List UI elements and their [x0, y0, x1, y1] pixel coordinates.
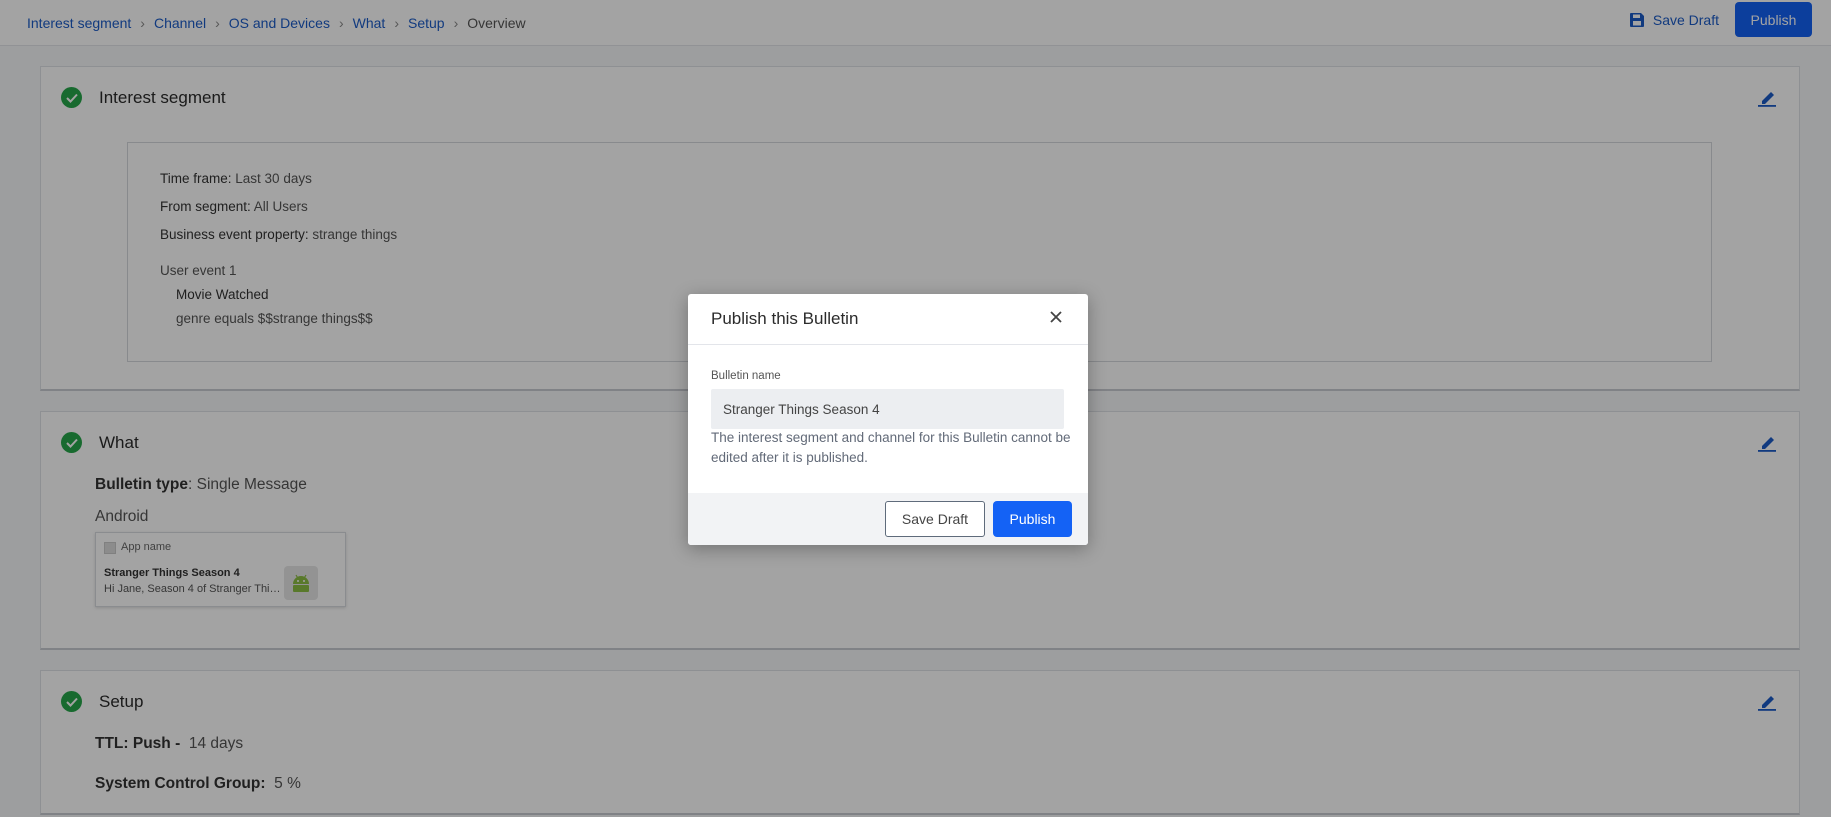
modal-title: Publish this Bulletin — [711, 309, 859, 328]
modal-publish-button[interactable]: Publish — [993, 501, 1072, 537]
bulletin-name-input[interactable] — [711, 389, 1064, 429]
publish-modal: Publish this Bulletin Bulletin name The … — [688, 294, 1088, 545]
save-draft-button[interactable]: Save Draft — [885, 501, 985, 537]
helper-text: The interest segment and channel for thi… — [711, 430, 1071, 465]
modal-header: Publish this Bulletin — [688, 294, 1088, 345]
bulletin-name-label: Bulletin name — [711, 370, 781, 382]
modal-footer: Save Draft Publish — [688, 493, 1088, 545]
close-icon[interactable] — [1047, 308, 1065, 326]
